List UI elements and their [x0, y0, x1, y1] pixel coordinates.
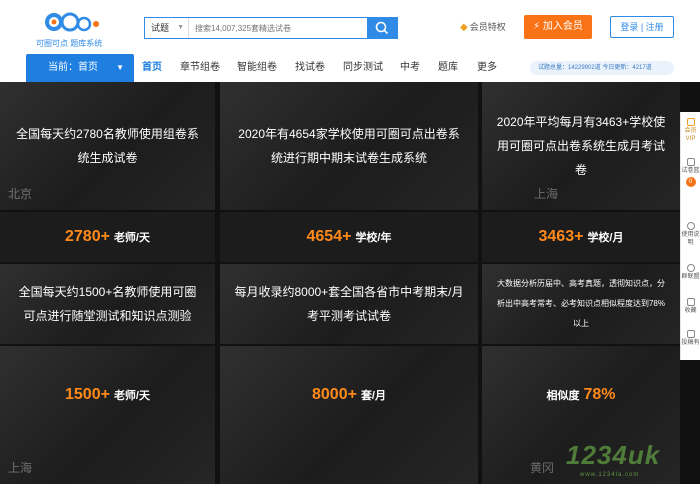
tile-description: 每月收录约8000+套全国各省市中考期末/月考平测考试试卷 [234, 285, 464, 323]
current-location-dropdown[interactable]: 当前：首页 ▼ [26, 54, 134, 82]
stat-unit: 学校/月 [587, 232, 624, 244]
vip-privileges-link[interactable]: ◆ 会员特权 [460, 20, 506, 33]
feature-grid: 全国每天约2780名教师使用组卷系统生成试卷 北京 2020年有4654家学校使… [0, 82, 700, 484]
nav-item-chapter[interactable]: 章节组卷 [180, 54, 220, 82]
logo[interactable]: 可圈可点 题库系统 [36, 8, 106, 48]
nav-item-question-bank[interactable]: 题库 [438, 54, 458, 82]
stat-unit: 相似度 [546, 390, 580, 402]
current-location-label: 当前：首页 [48, 62, 98, 73]
city-label: 黄冈 [530, 461, 555, 475]
sidebar-item-contribute[interactable]: 投稿有 [681, 330, 700, 347]
sidebar-item-group[interactable]: 群联盟 [681, 264, 700, 281]
sidebar-item-help[interactable]: 使用说明 [681, 222, 700, 247]
stat-photo-tile: 1500+ 老师/天 上海 [0, 346, 215, 484]
stat-unit: 老师/天 [113, 232, 150, 244]
basket-count-badge: 0 [685, 177, 696, 187]
stat-unit: 套/月 [360, 390, 386, 402]
city-label: 上海 [8, 461, 33, 475]
tile-description: 全国每天约2780名教师使用组卷系统生成试卷 [16, 127, 199, 165]
stat-number: 8000+ [312, 386, 357, 403]
nav-item-home[interactable]: 首页 [142, 54, 162, 82]
search-type-select[interactable]: 试题 ▼ [145, 18, 189, 38]
login-register-button[interactable]: 登录 | 注册 [610, 16, 674, 38]
stat-value: 4654+ 学校/年 [220, 212, 478, 262]
basket-icon [686, 158, 695, 166]
sidebar-item-label: 会员VIP [684, 128, 697, 142]
stat-number: 2780+ [65, 228, 110, 245]
sidebar-item-label: 收藏 [684, 308, 697, 314]
sidebar-item-label: 使用说明 [681, 232, 700, 246]
stat-unit: 学校/年 [355, 232, 392, 244]
photo-tile: 全国每天约1500+名教师使用可圈可点进行随堂测试和知识点测验 [0, 264, 215, 344]
nav-item-zhongkao[interactable]: 中考 [400, 54, 420, 82]
search-button[interactable] [367, 18, 397, 38]
tile-description: 全国每天约1500+名教师使用可圈可点进行随堂测试和知识点测验 [18, 285, 197, 323]
stat-photo-tile: 8000+ 套/月 [220, 346, 478, 484]
nav-item-smart[interactable]: 智能组卷 [237, 54, 277, 82]
photo-tile: 2020年平均每月有3463+学校使用可圈可点出卷系统生成月考试卷 上海 [482, 82, 680, 210]
city-label: 上海 [534, 187, 559, 201]
join-member-button[interactable]: ⚡ 加入会员 [524, 15, 592, 39]
edit-icon [686, 330, 695, 338]
header: 可圈可点 题库系统 试题 ▼ ◆会员特权 ⚡ 加入会员 登录 | 注册 [0, 0, 700, 52]
vip-label: 会员特权 [469, 22, 506, 32]
nav-item-sync-test[interactable]: 同步测试 [343, 54, 383, 82]
diamond-icon: ◆ [460, 22, 468, 33]
stat-value: 相似度 78% [482, 346, 680, 444]
nav-item-more[interactable]: 更多 [477, 54, 497, 82]
tile-description: 2020年有4654家学校使用可圈可点出卷系统进行期中期末试卷生成系统 [238, 127, 460, 165]
stat-unit: 老师/天 [113, 390, 150, 402]
search-bar: 试题 ▼ [144, 17, 398, 39]
stat-value: 3463+ 学校/月 [482, 212, 680, 262]
caret-down-icon: ▼ [116, 63, 124, 72]
stat-number: 3463+ [538, 228, 584, 245]
stat-value: 2780+ 老师/天 [0, 212, 215, 262]
nav-item-find-paper[interactable]: 找试卷 [295, 54, 325, 82]
logo-text: 可圈可点 题库系统 [36, 39, 103, 48]
tile-description: 2020年平均每月有3463+学校使用可圈可点出卷系统生成月考试卷 [496, 115, 666, 177]
watermark: 1234uk [566, 440, 661, 470]
sidebar-item-favorites[interactable]: 收藏 [681, 298, 700, 315]
sidebar-item-label: 投稿有 [681, 340, 700, 346]
stat-tile: 4654+ 学校/年 [220, 212, 478, 262]
stats-bar: 试题总量：14229902道 今日更新：4217道 [530, 61, 674, 75]
city-label: 北京 [8, 187, 33, 201]
join-icon: ⚡ [533, 21, 543, 32]
watermark-url: www.1234la.com [580, 472, 640, 478]
search-type-label: 试题 [151, 23, 170, 33]
stat-number: 4654+ [306, 228, 352, 245]
join-label: 加入会员 [542, 21, 583, 32]
photo-tile: 每月收录约8000+套全国各省市中考期末/月考平测考试试卷 [220, 264, 478, 344]
search-icon [375, 21, 389, 35]
search-input[interactable] [191, 18, 375, 38]
photo-tile: 全国每天约2780名教师使用组卷系统生成试卷 北京 [0, 82, 215, 210]
stat-tile: 2780+ 老师/天 [0, 212, 215, 262]
help-icon [686, 222, 695, 230]
logo-icon [45, 12, 99, 32]
right-sidebar: 会员VIP 试卷篮 0 使用说明 群联盟 收藏 投稿有 [680, 112, 700, 360]
sidebar-item-vip[interactable]: 会员VIP [681, 118, 700, 143]
sidebar-item-label: 群联盟 [681, 274, 700, 280]
diamond-icon [686, 118, 695, 126]
sidebar-item-basket[interactable]: 试卷篮 0 [681, 158, 700, 187]
main-nav: 当前：首页 ▼ 首页 章节组卷 智能组卷 找试卷 同步测试 中考 题库 更多 试… [0, 54, 700, 82]
sidebar-item-label: 试卷篮 [681, 168, 700, 174]
star-icon [686, 298, 695, 306]
stat-number: 78% [583, 386, 616, 403]
stat-value: 1500+ 老师/天 [0, 346, 215, 444]
group-icon [686, 264, 695, 272]
chevron-down-icon: ▼ [177, 24, 184, 31]
stat-number: 1500+ [65, 386, 110, 403]
stat-tile: 3463+ 学校/月 [482, 212, 680, 262]
tile-description: 大数据分析历届中、高考真题，透彻知识点，分析出中高考常考、必考知识点相似程度达到… [496, 279, 665, 328]
stat-value: 8000+ 套/月 [220, 346, 478, 444]
photo-tile: 大数据分析历届中、高考真题，透彻知识点，分析出中高考常考、必考知识点相似程度达到… [482, 264, 680, 344]
photo-tile: 2020年有4654家学校使用可圈可点出卷系统进行期中期末试卷生成系统 [220, 82, 478, 210]
